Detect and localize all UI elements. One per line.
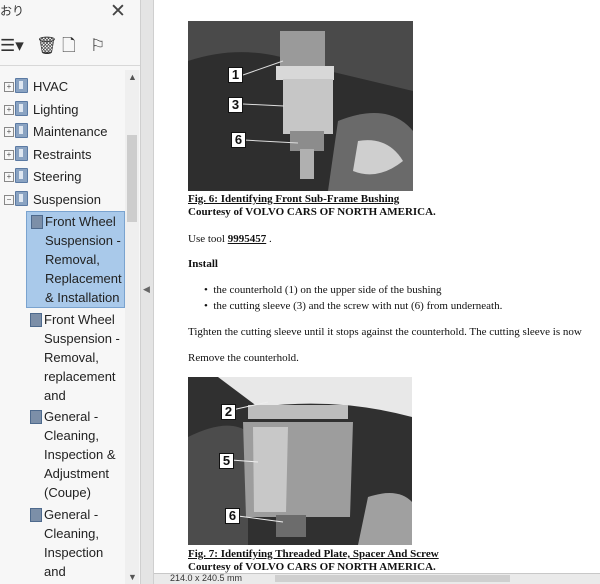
tree-item-lighting[interactable]: + Lighting — [4, 101, 79, 119]
bookmark-icon — [15, 168, 28, 183]
tree-item-label: Suspension — [33, 192, 101, 207]
scroll-down-icon[interactable]: ▼ — [128, 572, 137, 582]
callout-label: 3 — [228, 97, 243, 113]
delete-bookmark-icon[interactable]: 🗑 — [36, 33, 58, 59]
bookmark-icon — [15, 101, 28, 116]
tree-item-hvac[interactable]: + HVAC — [4, 78, 68, 96]
subitem-line: replacement — [44, 369, 116, 384]
paragraph: Remove the counterhold. — [188, 352, 299, 364]
figure-7-caption: Fig. 7: Identifying Threaded Plate, Spac… — [188, 548, 439, 560]
find-bookmark-icon[interactable]: ⚐ — [90, 33, 105, 59]
tree-item-label: HVAC — [33, 79, 69, 94]
callout-label: 1 — [228, 67, 243, 83]
bookmarks-toolbar: ☰▾ 🗑 🗋 ⚐ — [0, 33, 140, 61]
use-tool-line: Use tool 9995457 . — [188, 233, 272, 246]
tree-item-label: Lighting — [33, 102, 79, 117]
subitem-line: and — [44, 388, 66, 403]
tree-item-label: Maintenance — [33, 124, 108, 139]
tree-item-label: Steering — [33, 169, 82, 184]
document-page: 1 3 6 Fig. 6: Identifying Front Sub-Fram… — [154, 0, 600, 573]
tree-item-label: Restraints — [33, 147, 92, 162]
bookmark-icon — [15, 191, 28, 206]
new-bookmark-icon[interactable]: 🗋 — [62, 33, 76, 59]
tree-subitem[interactable]: General - Cleaning, Inspection & Adjustm… — [26, 407, 123, 502]
callout-label: 6 — [225, 508, 240, 524]
tool-number-link[interactable]: 9995457 — [228, 233, 267, 245]
subitem-line: Adjustment — [44, 466, 110, 481]
callout-label: 6 — [231, 132, 246, 148]
subitem-line: Cleaning, — [44, 526, 99, 541]
subitem-line: General - — [44, 507, 99, 522]
subitem-line: Inspection & — [44, 447, 116, 462]
subitem-line: Removal, — [44, 350, 99, 365]
subitem-line: Cleaning, — [44, 428, 99, 443]
bullet-text: the cutting sleeve (3) and the screw wit… — [213, 300, 503, 312]
bullet-item: • the cutting sleeve (3) and the screw w… — [204, 300, 503, 312]
subitem-line: Inspection — [44, 545, 104, 560]
expand-icon[interactable]: + — [4, 127, 14, 137]
tree-subitem-selected[interactable]: Front Wheel Suspension - Removal, Replac… — [26, 211, 125, 308]
expand-icon[interactable]: + — [4, 172, 14, 182]
subitem-line: General - — [44, 409, 99, 424]
tree-subitem[interactable]: Front Wheel Suspension - Removal, replac… — [26, 310, 123, 405]
tree-subitem[interactable]: General - Cleaning, Inspection and — [26, 505, 123, 584]
figure-7-photo: 2 5 6 — [188, 377, 412, 545]
close-panel-button[interactable]: ✕ — [110, 2, 126, 22]
divider — [0, 65, 140, 66]
page-bookmark-icon — [30, 508, 42, 522]
panel-title: おり — [0, 4, 25, 18]
subitem-line: and — [44, 564, 66, 579]
subitem-line: Suspension - — [45, 233, 121, 248]
bullet-text: the counterhold (1) on the upper side of… — [213, 284, 442, 296]
use-tool-suffix: . — [266, 233, 272, 245]
page-bookmark-icon — [31, 215, 43, 229]
subitem-line: Replacement — [45, 271, 122, 286]
tree-item-restraints[interactable]: + Restraints — [4, 146, 92, 164]
tree-item-maintenance[interactable]: + Maintenance — [4, 123, 107, 141]
horizontal-scrollbar[interactable] — [275, 575, 510, 582]
subitem-line: Front Wheel — [45, 214, 116, 229]
bookmark-tree: + HVAC + Lighting + Maintenance + Restraints… — [0, 70, 125, 584]
figure-6-caption: Fig. 6: Identifying Front Sub-Frame Bush… — [188, 193, 400, 205]
subitem-line: Front Wheel — [44, 312, 115, 327]
tree-item-steering[interactable]: + Steering — [4, 168, 81, 186]
expand-icon[interactable]: + — [4, 105, 14, 115]
expand-icon[interactable]: + — [4, 150, 14, 160]
bookmark-icon — [15, 146, 28, 161]
subitem-line: (Coupe) — [44, 485, 91, 500]
bookmark-icon — [15, 123, 28, 138]
callout-label: 5 — [219, 453, 234, 469]
install-heading: Install — [188, 258, 218, 270]
figure-6-courtesy: Courtesy of VOLVO CARS OF NORTH AMERICA. — [188, 206, 436, 218]
collapse-icon[interactable]: − — [4, 195, 14, 205]
bookmark-icon — [15, 78, 28, 93]
expand-icon[interactable]: + — [4, 82, 14, 92]
page-bookmark-icon — [30, 313, 42, 327]
collapse-panel-icon[interactable]: ◀ — [143, 284, 150, 295]
paragraph: Tighten the cutting sleeve until it stop… — [188, 326, 582, 338]
use-tool-text: Use tool — [188, 233, 228, 245]
subitem-line: Removal, — [45, 252, 100, 267]
page-size-readout: 214.0 x 240.5 mm — [170, 573, 243, 583]
figure-6-photo: 1 3 6 — [188, 21, 413, 191]
page-bookmark-icon — [30, 410, 42, 424]
subitem-line: & Installation — [45, 290, 120, 305]
tree-item-suspension[interactable]: − Suspension — [4, 191, 101, 209]
subitem-line: Suspension - — [44, 331, 120, 346]
figure-7-courtesy: Courtesy of VOLVO CARS OF NORTH AMERICA. — [188, 561, 436, 573]
suspension-bushing-illustration — [188, 21, 413, 191]
options-menu-icon[interactable]: ☰▾ — [0, 33, 24, 59]
callout-label: 2 — [221, 404, 236, 420]
bullet-item: • the counterhold (1) on the upper side … — [204, 284, 442, 296]
scroll-up-icon[interactable]: ▲ — [128, 72, 137, 82]
scrollbar-thumb[interactable] — [127, 135, 137, 222]
